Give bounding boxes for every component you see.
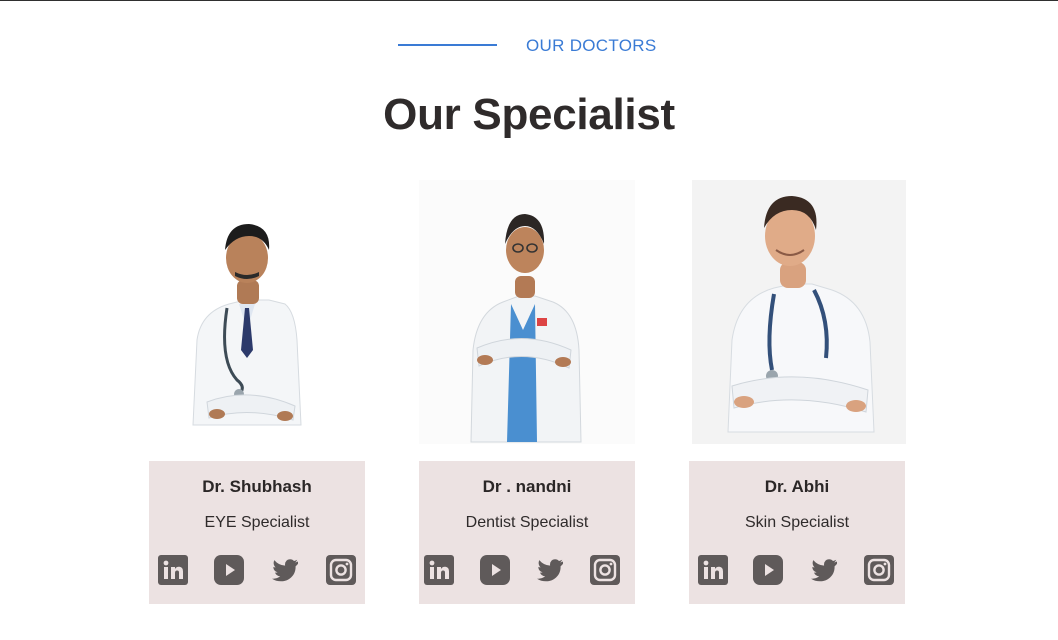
doctor-illustration (149, 180, 365, 444)
doctor-illustration (692, 180, 906, 444)
twitter-icon[interactable] (809, 555, 839, 585)
instagram-icon[interactable] (326, 555, 356, 585)
top-divider (0, 0, 1058, 1)
doctor-specialty: Skin Specialist (744, 514, 850, 531)
doctor-photo (149, 180, 365, 444)
doctor-photo (419, 180, 635, 444)
doctor-name: Dr. Shubhash (202, 477, 312, 496)
instagram-icon[interactable] (864, 555, 894, 585)
instagram-icon[interactable] (590, 555, 620, 585)
doctor-specialty: Dentist Specialist (465, 514, 589, 531)
doctor-info: Dr. Shubhash EYE Specialist (149, 461, 365, 604)
doctor-name: Dr. Abhi (764, 477, 830, 496)
linkedin-icon[interactable] (698, 555, 728, 585)
section-eyebrow: OUR DOCTORS (0, 35, 1058, 57)
doctor-illustration (419, 180, 635, 444)
doctor-photo (692, 180, 906, 444)
social-links (424, 555, 626, 585)
doctor-specialty: EYE Specialist (204, 514, 310, 531)
youtube-icon[interactable] (214, 555, 244, 585)
eyebrow-line (398, 44, 497, 46)
social-links (698, 555, 896, 585)
linkedin-icon[interactable] (424, 555, 454, 585)
twitter-icon[interactable] (535, 555, 565, 585)
doctor-info: Dr . nandni Dentist Specialist (419, 461, 635, 604)
section-title: Our Specialist (383, 90, 675, 139)
twitter-icon[interactable] (270, 555, 300, 585)
doctor-name: Dr . nandni (482, 477, 572, 496)
doctor-info: Dr. Abhi Skin Specialist (689, 461, 905, 604)
youtube-icon[interactable] (480, 555, 510, 585)
social-links (158, 555, 356, 585)
eyebrow-text: OUR DOCTORS (526, 36, 657, 55)
youtube-icon[interactable] (753, 555, 783, 585)
linkedin-icon[interactable] (158, 555, 188, 585)
